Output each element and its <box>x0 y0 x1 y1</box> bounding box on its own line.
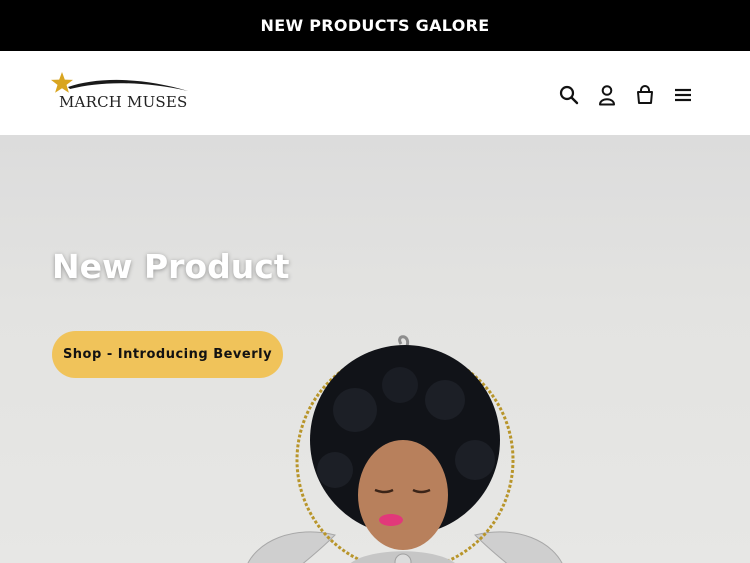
site-logo[interactable]: MARCH MUSES <box>50 71 190 115</box>
announcement-text: NEW PRODUCTS GALORE <box>260 16 490 35</box>
menu-icon[interactable] <box>671 83 695 107</box>
cart-icon[interactable] <box>633 83 657 107</box>
announcement-bar: NEW PRODUCTS GALORE <box>0 0 750 51</box>
account-icon[interactable] <box>595 83 619 107</box>
hero-title: New Product <box>52 247 290 286</box>
search-icon[interactable] <box>557 83 581 107</box>
site-header: MARCH MUSES <box>0 51 750 135</box>
logo-text: MARCH MUSES <box>59 93 188 111</box>
hero-banner: New Product Shop - Introducing Beverly <box>0 135 750 563</box>
header-icons <box>557 83 695 107</box>
shop-beverly-button[interactable]: Shop - Introducing Beverly <box>52 331 283 378</box>
